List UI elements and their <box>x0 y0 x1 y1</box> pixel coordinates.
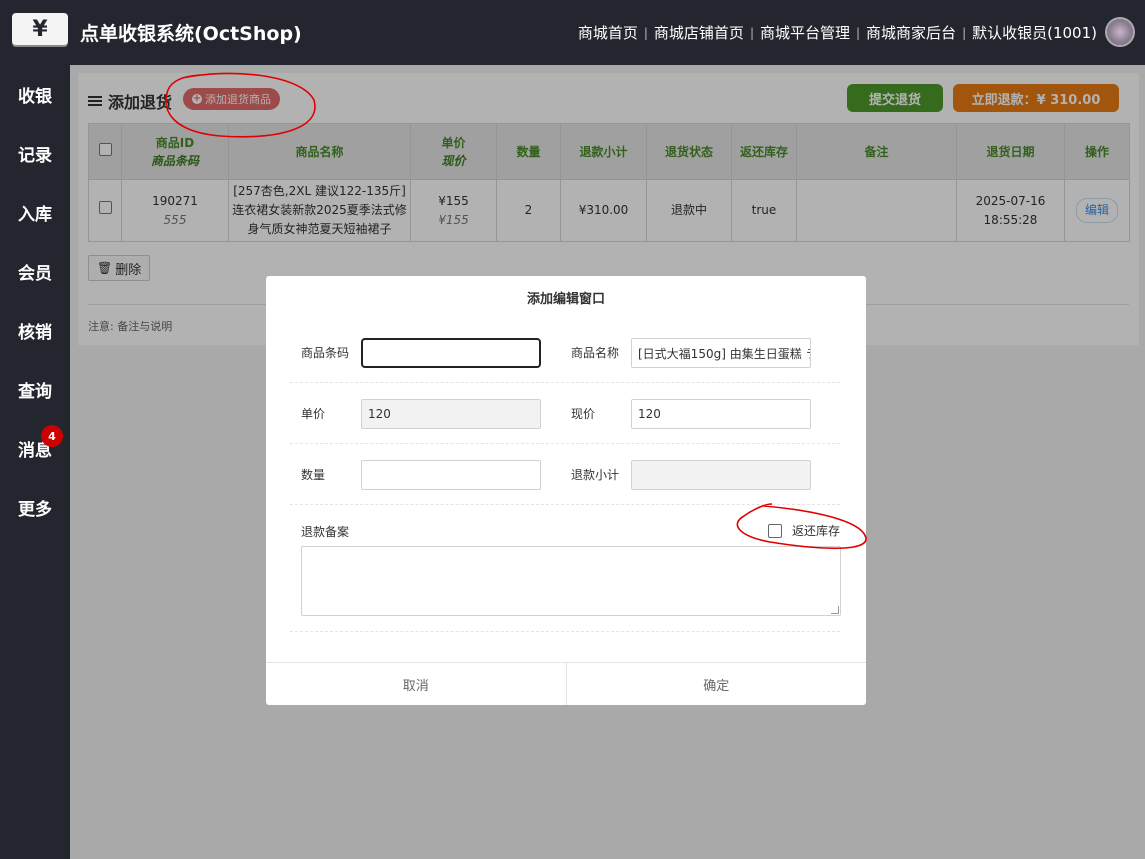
sidebar-item-label: 会员 <box>18 264 52 284</box>
sidebar-item-cashier[interactable]: 收银 <box>0 65 70 124</box>
nav-separator: | <box>749 25 754 40</box>
qty-label: 数量 <box>301 468 326 482</box>
message-count-badge: 4 <box>41 425 63 447</box>
nav-separator: | <box>962 25 967 40</box>
confirm-button[interactable]: 确定 <box>567 663 867 705</box>
nav-store-home[interactable]: 商城店铺首页 <box>654 22 744 43</box>
qty-input[interactable] <box>361 460 541 490</box>
sidebar-item-more[interactable]: 更多 <box>0 478 70 537</box>
nav-merchant-backend[interactable]: 商城商家后台 <box>866 22 956 43</box>
nav-separator: | <box>856 25 861 40</box>
sidebar-item-query[interactable]: 查询 <box>0 360 70 419</box>
app-title: 点单收银系统(OctShop) <box>80 23 302 45</box>
nav-mall-home[interactable]: 商城首页 <box>578 22 638 43</box>
sidebar-item-label: 查询 <box>18 382 52 402</box>
cancel-button[interactable]: 取消 <box>266 663 567 705</box>
sidebar-item-records[interactable]: 记录 <box>0 124 70 183</box>
sidebar-item-stock-in[interactable]: 入库 <box>0 183 70 242</box>
subtotal-label: 退款小计 <box>571 468 620 482</box>
refund-remark-textarea[interactable] <box>301 546 841 616</box>
unit-price-input[interactable]: 120 <box>361 399 541 429</box>
restock-label: 返还库存 <box>792 524 841 538</box>
refund-remark-label: 退款备案 <box>301 525 350 539</box>
sidebar-item-label: 入库 <box>18 205 52 225</box>
subtotal-input[interactable] <box>631 460 811 490</box>
sidebar-item-verify[interactable]: 核销 <box>0 301 70 360</box>
barcode-input[interactable] <box>361 338 541 368</box>
top-header: ¥ 点单收银系统(OctShop) 商城首页 | 商城店铺首页 | 商城平台管理… <box>0 0 1145 65</box>
nav-platform-admin[interactable]: 商城平台管理 <box>760 22 850 43</box>
sidebar-item-messages[interactable]: 消息 4 <box>0 419 70 478</box>
name-input[interactable]: [日式大福150g] 由集生日蛋糕 ラ <box>631 338 811 368</box>
top-nav: 商城首页 | 商城店铺首页 | 商城平台管理 | 商城商家后台 | 默认收银员(… <box>578 22 1097 43</box>
restock-checkbox[interactable] <box>768 523 782 538</box>
nav-separator: | <box>643 25 648 40</box>
sidebar-item-label: 更多 <box>18 500 52 520</box>
logo-yen-icon[interactable]: ¥ <box>12 13 68 45</box>
avatar[interactable] <box>1105 17 1135 47</box>
barcode-label: 商品条码 <box>301 346 350 360</box>
restock-checkbox-group[interactable]: 返还库存 <box>768 522 840 539</box>
sidebar-item-label: 核销 <box>18 323 52 343</box>
sidebar-item-label: 记录 <box>18 146 52 166</box>
nav-cashier-user[interactable]: 默认收银员(1001) <box>972 22 1097 43</box>
unit-price-label: 单价 <box>301 407 326 421</box>
sidebar-item-label: 收银 <box>18 87 52 107</box>
edit-modal: 添加编辑窗口 商品条码 商品名称 [日式大福150g] 由集生日蛋糕 ラ 单价 … <box>266 276 866 705</box>
current-price-input[interactable]: 120 <box>631 399 811 429</box>
name-label: 商品名称 <box>571 346 620 360</box>
modal-title: 添加编辑窗口 <box>526 292 605 307</box>
resize-grip-icon[interactable] <box>831 606 839 614</box>
current-price-label: 现价 <box>571 407 596 421</box>
modal-footer: 取消 确定 <box>266 662 866 705</box>
sidebar: 收银 记录 入库 会员 核销 查询 消息 4 更多 <box>0 65 70 859</box>
sidebar-item-members[interactable]: 会员 <box>0 242 70 301</box>
